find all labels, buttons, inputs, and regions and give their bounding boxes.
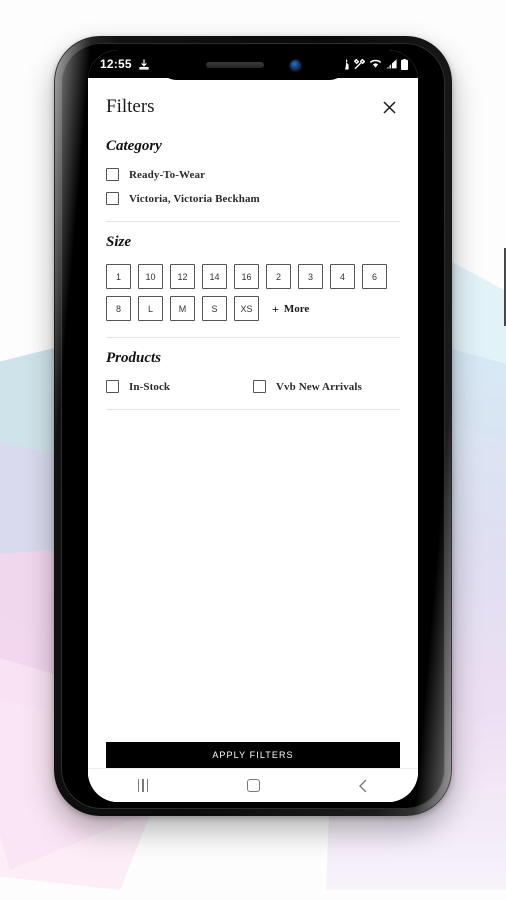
checkbox-box-icon[interactable] [106, 192, 119, 205]
filters-header: Filters [88, 78, 418, 126]
checkbox-victoria-victoria-beckham[interactable]: Victoria, Victoria Beckham [106, 192, 400, 205]
download-icon [139, 59, 149, 70]
checkbox-vvb-new-arrivals[interactable]: Vvb New Arrivals [253, 380, 400, 393]
size-row-2: 8 L M S XS + More [106, 296, 400, 321]
section-divider [106, 409, 400, 410]
filters-body: Category Ready-To-Wear Victoria, Victori… [88, 126, 418, 434]
checkbox-label: Vvb New Arrivals [276, 380, 362, 393]
size-more-label: More [283, 302, 310, 315]
size-option[interactable]: 2 [266, 264, 291, 289]
front-camera [289, 59, 301, 71]
size-option[interactable]: 3 [298, 264, 323, 289]
page-title: Filters [106, 96, 155, 117]
size-option[interactable]: 1 [106, 264, 131, 289]
checkbox-ready-to-wear[interactable]: Ready-To-Wear [106, 168, 400, 181]
size-option[interactable]: XS [234, 296, 259, 321]
phone-screen: 12:55 Filters Category Ready-To-Wear Vic… [88, 50, 418, 802]
section-products: Products In-Stock Vvb New Arrivals [106, 338, 400, 410]
size-option[interactable]: 16 [234, 264, 259, 289]
status-bar-icons [341, 58, 408, 70]
phone-device-frame: 12:55 Filters Category Ready-To-Wear Vic… [54, 36, 506, 816]
status-bar: 12:55 [88, 50, 418, 80]
checkbox-box-icon[interactable] [106, 168, 119, 181]
signal-icon [386, 59, 397, 69]
size-option[interactable]: 12 [170, 264, 195, 289]
checkbox-box-icon[interactable] [106, 380, 119, 393]
android-navigation-bar [88, 768, 418, 802]
size-option[interactable]: 14 [202, 264, 227, 289]
section-title-category: Category [106, 138, 162, 154]
size-option[interactable]: 6 [362, 264, 387, 289]
section-category: Category Ready-To-Wear Victoria, Victori… [106, 126, 400, 222]
section-title-size: Size [106, 234, 132, 250]
size-option[interactable]: S [202, 296, 227, 321]
back-icon[interactable] [340, 769, 386, 803]
home-icon[interactable] [230, 769, 276, 803]
close-icon[interactable] [378, 96, 400, 118]
size-more-button[interactable]: + More [272, 303, 309, 315]
plus-icon: + [272, 301, 279, 316]
recents-icon[interactable] [120, 769, 166, 803]
checkbox-in-stock[interactable]: In-Stock [106, 380, 253, 393]
apply-button-container: APPLY FILTERS [88, 742, 418, 768]
checkbox-label: Ready-To-Wear [129, 168, 206, 181]
size-options-grid: 1 10 12 14 16 2 3 4 6 8 L M S XS + More [106, 264, 400, 321]
size-option[interactable]: 10 [138, 264, 163, 289]
size-option[interactable]: M [170, 296, 195, 321]
phone-notch [160, 50, 346, 80]
size-option[interactable]: L [138, 296, 163, 321]
apply-filters-button[interactable]: APPLY FILTERS [106, 742, 400, 768]
tools-icon [354, 58, 365, 70]
status-bar-time: 12:55 [100, 57, 132, 71]
size-row-1: 1 10 12 14 16 2 3 4 6 [106, 264, 400, 289]
earpiece-speaker [205, 62, 264, 68]
wifi-icon [369, 59, 382, 69]
section-size: Size 1 10 12 14 16 2 3 4 6 8 L M S XS + … [106, 222, 400, 338]
battery-icon [401, 58, 408, 70]
checkbox-label: In-Stock [129, 380, 171, 393]
size-option[interactable]: 4 [330, 264, 355, 289]
filters-screen: Filters Category Ready-To-Wear Victoria,… [88, 78, 418, 802]
checkbox-label: Victoria, Victoria Beckham [129, 192, 260, 205]
section-title-products: Products [106, 350, 162, 366]
products-options-grid: In-Stock Vvb New Arrivals [106, 380, 400, 393]
checkbox-box-icon[interactable] [253, 380, 266, 393]
size-option[interactable]: 8 [106, 296, 131, 321]
